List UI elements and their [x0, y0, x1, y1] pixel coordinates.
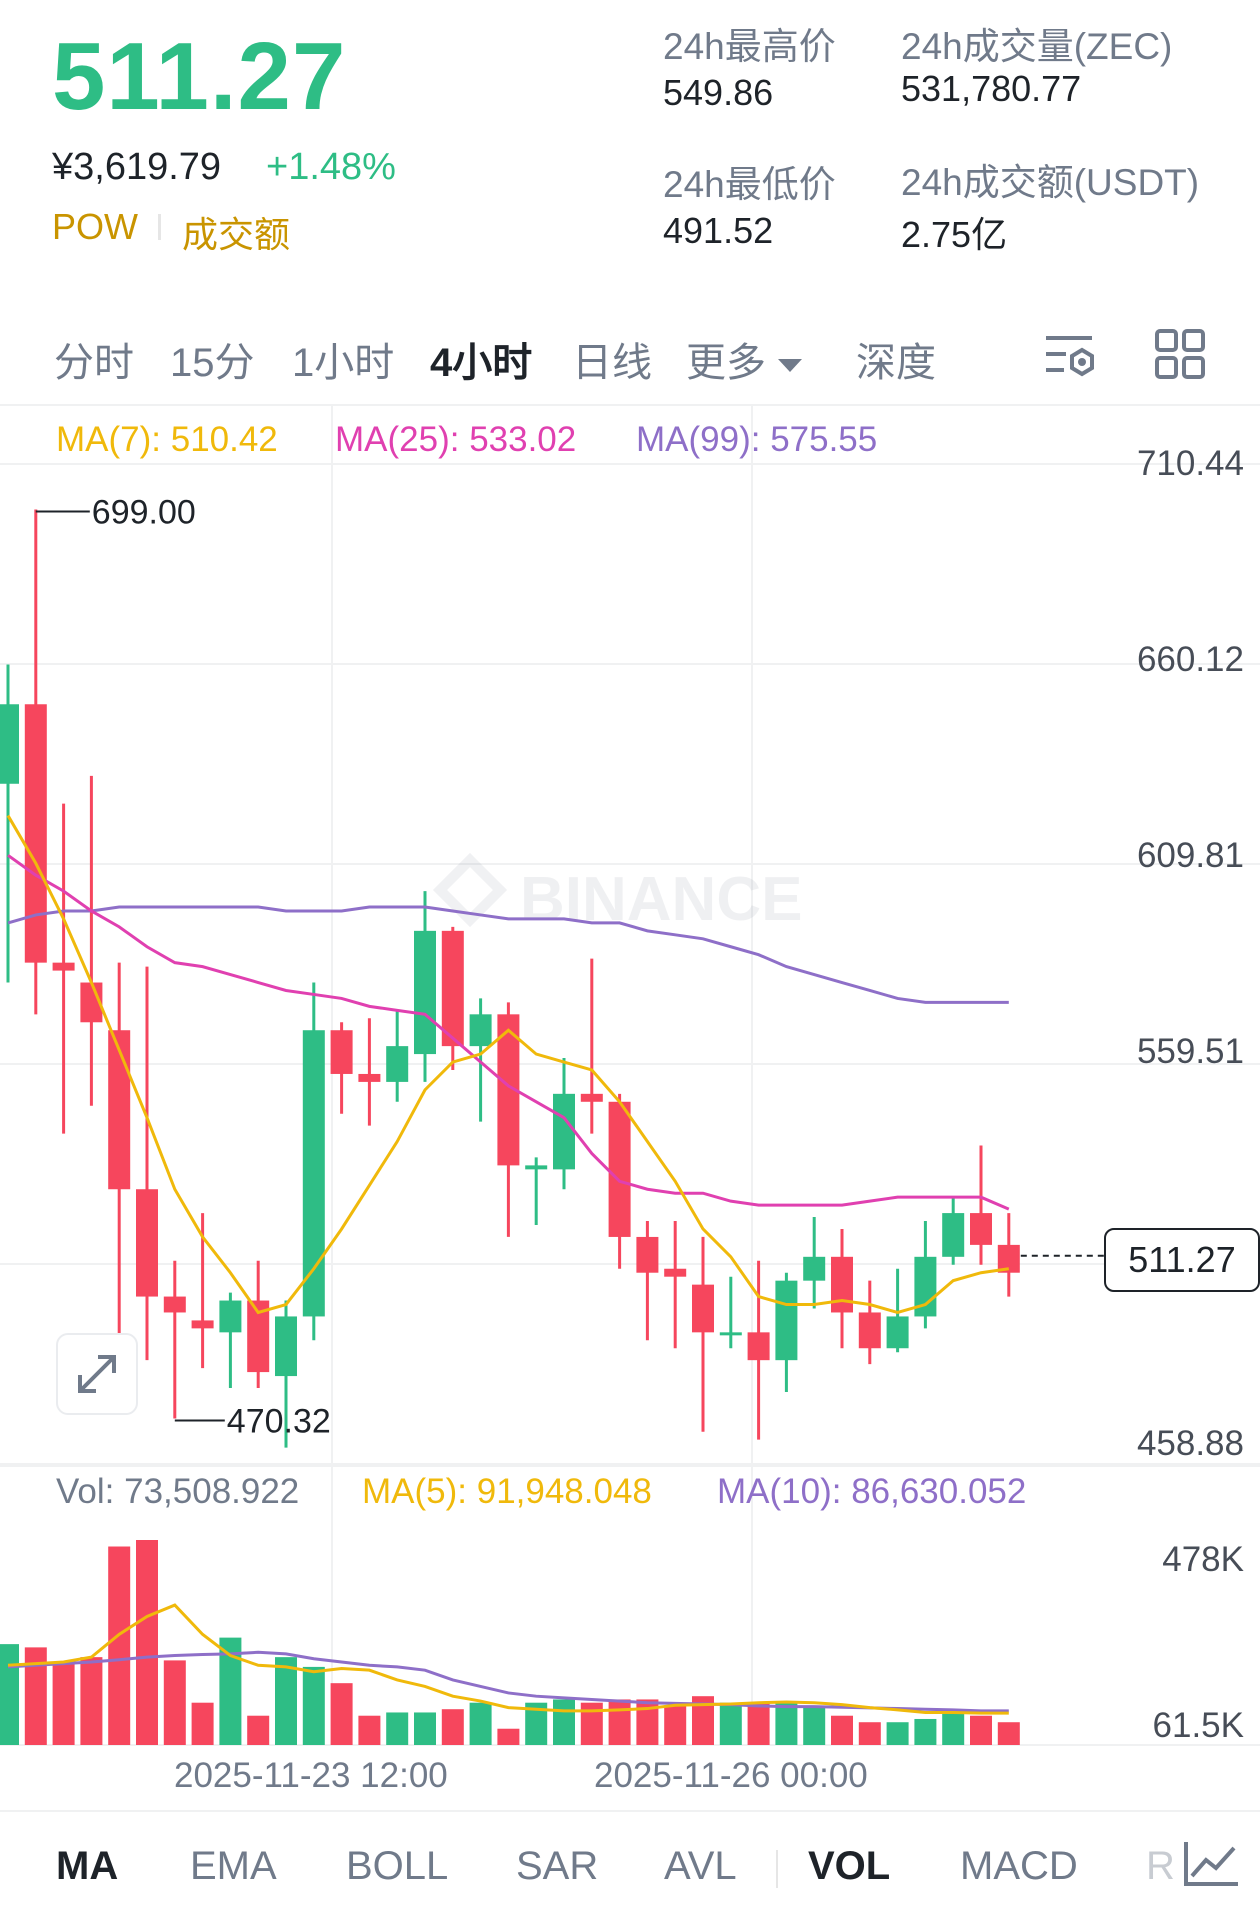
- candle-body: [803, 1256, 826, 1281]
- candle-body: [108, 1030, 131, 1190]
- volume-bar: [247, 1715, 270, 1745]
- expand-button[interactable]: [56, 1333, 138, 1415]
- last-price-label[interactable]: 511.27: [1104, 1228, 1260, 1292]
- candle-body: [136, 1189, 158, 1297]
- indicator-r[interactable]: R: [1146, 1844, 1175, 1889]
- candle-body: [636, 1236, 659, 1273]
- indicator-boll[interactable]: BOLL: [346, 1844, 448, 1889]
- indicator-macd[interactable]: MACD: [960, 1844, 1078, 1889]
- candle-body: [52, 962, 75, 971]
- candle-body: [664, 1268, 687, 1277]
- volume-bar: [858, 1722, 881, 1745]
- volume-bar: [914, 1718, 937, 1745]
- candle-body: [970, 1213, 992, 1245]
- indicator-tabs: MA EMA BOLL SAR AVL VOL MACD R: [0, 1810, 1260, 1914]
- candle-body: [163, 1296, 186, 1313]
- candle-body: [24, 704, 47, 963]
- candle-body: [219, 1300, 242, 1333]
- vol-ma10-line: [7, 1650, 1009, 1713]
- indicator-sar[interactable]: SAR: [516, 1844, 598, 1889]
- watermark-text: BINANCE: [520, 865, 802, 934]
- volume-bar: [302, 1666, 325, 1745]
- volume-bar: [497, 1728, 520, 1745]
- volume-bar: [80, 1657, 103, 1745]
- volume-bar: [414, 1712, 436, 1745]
- candle-body: [692, 1284, 714, 1333]
- candle-body: [831, 1256, 853, 1313]
- volume-bar: [358, 1715, 381, 1745]
- candle-body: [302, 1030, 325, 1317]
- volume-bar: [275, 1657, 297, 1745]
- volume-bar: [747, 1702, 770, 1745]
- candle-body: [414, 930, 436, 1055]
- volume-bar: [775, 1702, 798, 1745]
- indicator-ema[interactable]: EMA: [190, 1844, 277, 1889]
- candle-body: [0, 704, 19, 784]
- volume-bar: [163, 1660, 186, 1745]
- vol-ma10-legend: MA(10): 86,630.052: [717, 1472, 1027, 1511]
- volume-bar: [719, 1702, 742, 1745]
- indicator-vol[interactable]: VOL: [808, 1844, 890, 1889]
- y-axis-label: 458.88: [1136, 1424, 1244, 1463]
- volume-bar: [386, 1712, 409, 1745]
- volume-bar: [831, 1715, 853, 1745]
- candle-body: [580, 1093, 603, 1102]
- indicator-avl[interactable]: AVL: [664, 1844, 737, 1889]
- drawing-tool-icon[interactable]: [1182, 1838, 1242, 1890]
- volume-bar: [469, 1702, 492, 1745]
- volume-bar: [553, 1699, 575, 1745]
- vol-axis-top: 478K: [1162, 1540, 1244, 1579]
- candle-body: [553, 1093, 575, 1170]
- candle-body: [275, 1316, 297, 1377]
- volume-bar: [441, 1709, 464, 1745]
- y-axis-label: 710.44: [1136, 444, 1244, 483]
- volume-bar: [942, 1712, 965, 1745]
- y-axis-label: 660.12: [1136, 640, 1244, 679]
- vol-legend: Vol: 73,508.922: [56, 1472, 300, 1511]
- vol-axis-bottom: 61.5K: [1152, 1706, 1244, 1745]
- volume-bar: [330, 1683, 353, 1745]
- time-label-1: 2025-11-23 12:00: [174, 1756, 448, 1795]
- indicator-ma[interactable]: MA: [56, 1844, 118, 1889]
- candle-body: [469, 1014, 492, 1047]
- volume-bar: [803, 1705, 826, 1745]
- candle-body: [942, 1213, 965, 1257]
- candle-body: [747, 1332, 770, 1361]
- candle-body: [441, 930, 464, 1047]
- candle-body: [886, 1316, 909, 1349]
- volume-bar: [580, 1702, 603, 1745]
- candle-body: [330, 1030, 353, 1074]
- high-marker-label: 699.00: [92, 493, 196, 531]
- volume-bar: [608, 1699, 631, 1745]
- low-marker-label: 470.32: [227, 1403, 331, 1441]
- indicator-divider: [776, 1850, 778, 1888]
- candle-body: [719, 1332, 742, 1336]
- candle-body: [858, 1312, 881, 1349]
- candle-body: [608, 1101, 631, 1237]
- vol-ma5-line: [7, 1603, 1009, 1715]
- volume-bar: [886, 1722, 909, 1745]
- volume-bar: [191, 1702, 214, 1745]
- volume-bar: [970, 1715, 992, 1745]
- candle-body: [386, 1046, 409, 1082]
- candle-body: [358, 1073, 381, 1082]
- vol-ma5-legend: MA(5): 91,948.048: [362, 1472, 652, 1511]
- candle-body: [775, 1280, 798, 1361]
- y-axis-label: 559.51: [1136, 1032, 1244, 1071]
- volume-bar: [136, 1540, 158, 1745]
- candle-body: [525, 1165, 548, 1170]
- volume-bar: [664, 1705, 687, 1745]
- candle-body: [191, 1320, 214, 1329]
- volume-bar: [997, 1722, 1020, 1745]
- kline-chart[interactable]: BINANCE 699.00 470.32: [0, 0, 1260, 1912]
- volume-bar: [0, 1644, 19, 1745]
- expand-arrows-icon: [78, 1355, 116, 1393]
- volume-bar: [108, 1546, 131, 1745]
- volume-bar: [52, 1663, 75, 1745]
- time-label-2: 2025-11-26 00:00: [594, 1756, 868, 1795]
- y-axis-label: 609.81: [1136, 836, 1244, 875]
